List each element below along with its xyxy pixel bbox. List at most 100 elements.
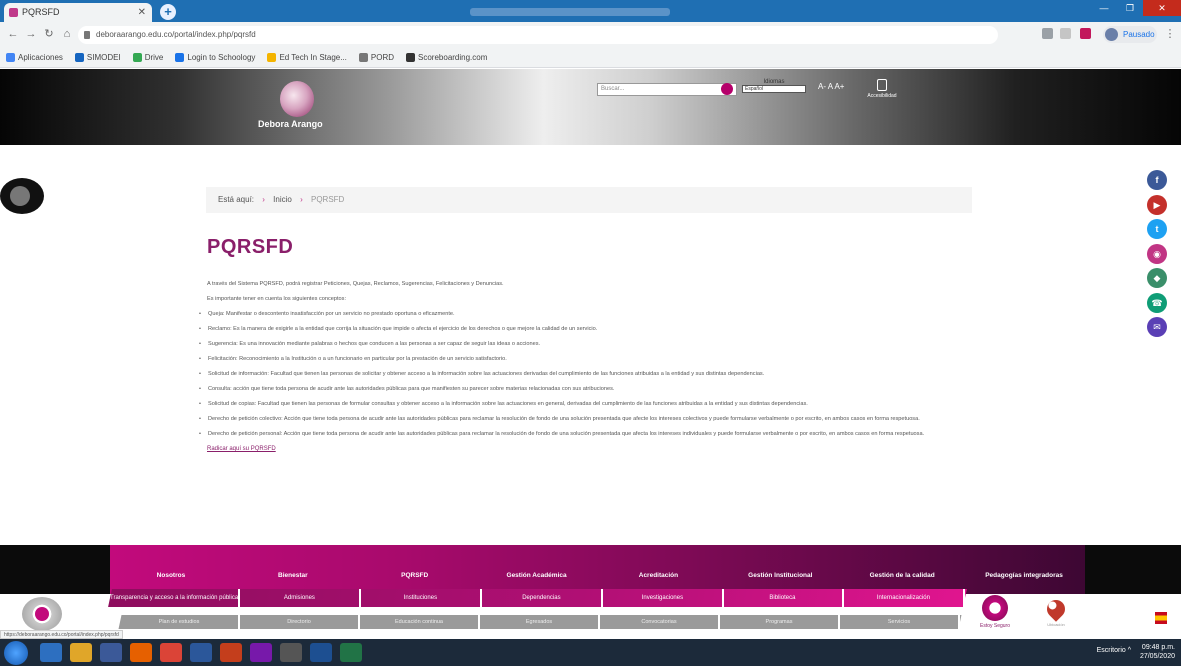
sub-menu-item[interactable]: Directorio (240, 615, 360, 629)
footer-home-button[interactable] (22, 597, 62, 631)
footer-nav: Nosotros Bienestar PQRSFD Gestión Académ… (0, 545, 1181, 638)
star-icon[interactable] (1060, 28, 1071, 39)
reload-icon[interactable]: ↻ (42, 27, 56, 41)
sub-menu-item[interactable]: Educación continua (360, 615, 480, 629)
browser-tab[interactable]: PQRSFD ✕ (4, 3, 152, 22)
sub-menu-item[interactable]: Programas (720, 615, 840, 629)
sub-menu-item[interactable]: Biblioteca (723, 589, 845, 607)
sub-menu-item[interactable]: Plan de estudios (120, 615, 240, 629)
flag-icon[interactable] (1155, 612, 1167, 624)
app-icon[interactable] (310, 643, 332, 662)
font-size-controls[interactable]: A- A A+ (818, 82, 844, 91)
bookmark-item[interactable]: Drive (132, 53, 163, 62)
intro-text: A través del Sistema PQRSFD, podrá regis… (207, 281, 504, 287)
submit-pqrsfd-link[interactable]: Radicar aquí su PQRSFD (207, 445, 972, 454)
main-menu-item[interactable]: Bienestar (232, 545, 354, 594)
main-menu-item[interactable]: Gestión Académica (476, 545, 598, 594)
extension-icon[interactable] (1042, 28, 1053, 39)
clock[interactable]: 09:48 p.m. 27/05/2020 (1140, 643, 1175, 661)
sub-menu-item[interactable]: Instituciones (360, 589, 482, 607)
bookmark-item[interactable]: Login to Schoology (175, 53, 255, 62)
bookmark-icon (267, 53, 277, 62)
main-menu: Nosotros Bienestar PQRSFD Gestión Académ… (110, 545, 1085, 594)
breadcrumb-home-link[interactable]: Inicio (273, 195, 292, 204)
close-tab-icon[interactable]: ✕ (138, 3, 146, 22)
forward-icon[interactable]: → (24, 27, 38, 41)
excel-icon[interactable] (340, 643, 362, 662)
bookmark-icon (175, 53, 185, 62)
accessibility-button[interactable]: Accesibilidad (860, 79, 904, 109)
main-menu-item[interactable]: Acreditación (598, 545, 720, 594)
bookmark-icon (406, 53, 416, 62)
site-header: Debora Arango Buscar... Idiomas Español … (0, 69, 1181, 145)
window-controls: — ❐ ✕ (1091, 0, 1181, 16)
arrow-icon[interactable] (280, 643, 302, 662)
language-selector[interactable]: Idiomas Español (742, 79, 806, 97)
language-select[interactable]: Español (742, 85, 806, 93)
home-icon[interactable]: ⌂ (60, 27, 74, 41)
sub-menu-item[interactable]: Internacionalización (844, 589, 965, 607)
powerpoint-icon[interactable] (220, 643, 242, 662)
maximize-icon[interactable]: ❐ (1117, 0, 1143, 16)
bookmark-item[interactable]: Aplicaciones (6, 53, 63, 62)
sub-menu-item[interactable]: Investigaciones (602, 589, 724, 607)
sub-menu-item[interactable]: Admisiones (240, 589, 361, 607)
ie-icon[interactable] (40, 643, 62, 662)
main-menu-item[interactable]: Pedagogías integradoras (963, 545, 1085, 594)
accessibility-label: Accesibilidad (867, 93, 897, 99)
firefox-icon[interactable] (130, 643, 152, 662)
minimize-icon[interactable]: — (1091, 0, 1117, 16)
new-tab-button[interactable]: + (160, 4, 176, 20)
sub-menu-item[interactable]: Dependencias (481, 589, 603, 607)
location-link[interactable]: Ubicación (1041, 595, 1071, 631)
sub-menu-item[interactable]: Transparencia y acceso a la información … (110, 589, 241, 607)
app-icon[interactable]: ◆ (1147, 268, 1167, 288)
word-icon[interactable] (190, 643, 212, 662)
folder-icon[interactable] (70, 643, 92, 662)
chat-icon[interactable]: ✉ (1147, 317, 1167, 337)
back-icon[interactable]: ← (6, 27, 20, 41)
start-button[interactable] (4, 641, 28, 665)
breadcrumb-prefix: Está aquí: (218, 195, 255, 204)
main-menu-item[interactable]: Gestión de la calidad (841, 545, 963, 594)
title-area (470, 8, 670, 16)
sub-menu-primary: Transparencia y acceso a la información … (108, 589, 967, 607)
badge-icon (982, 595, 1008, 621)
main-menu-item[interactable]: PQRSFD (354, 545, 476, 594)
bookmark-item[interactable]: Ed Tech In Stage... (267, 53, 347, 62)
breadcrumb-separator: › (262, 195, 265, 204)
youtube-icon[interactable]: ▶ (1147, 194, 1167, 215)
search-input[interactable]: Buscar... (597, 83, 737, 96)
chrome-icon[interactable] (160, 643, 182, 662)
list-item: Solicitud de copias: Facultad que tienen… (196, 400, 972, 409)
onenote-icon[interactable] (250, 643, 272, 662)
site-logo[interactable]: Debora Arango (258, 79, 338, 139)
profile-button[interactable]: Pausado (1103, 26, 1157, 43)
twitter-icon[interactable]: t (1147, 219, 1167, 239)
url-input[interactable]: deboraarango.edu.co/portal/index.php/pqr… (78, 26, 998, 44)
browser-titlebar: PQRSFD ✕ + — ❐ ✕ (0, 0, 1181, 22)
main-menu-item[interactable]: Gestión Institucional (719, 545, 841, 594)
bookmark-item[interactable]: SIMODEI (74, 53, 121, 62)
profile-label: Pausado (1123, 30, 1155, 39)
app-icon[interactable] (100, 643, 122, 662)
sub-menu-item[interactable]: Servicios (840, 615, 960, 629)
logo-text: Debora Arango (258, 119, 323, 129)
list-item: Felicitación: Reconocimiento a la Instit… (196, 355, 972, 364)
extension-icon[interactable] (1080, 28, 1091, 39)
menu-icon[interactable]: ⋮ (1163, 27, 1177, 41)
search-icon[interactable] (721, 83, 733, 95)
facebook-icon[interactable]: f (1147, 170, 1167, 190)
bookmark-item[interactable]: PORD (358, 53, 394, 62)
floating-avatar[interactable] (0, 178, 44, 214)
sub-menu-item[interactable]: Convocatorias (600, 615, 720, 629)
bookmark-item[interactable]: Scoreboarding.com (406, 53, 487, 62)
security-badge[interactable]: Estoy Seguro (975, 595, 1015, 633)
main-menu-item[interactable]: Nosotros (110, 545, 232, 594)
system-tray[interactable]: Escritorio ^ (1097, 647, 1131, 654)
whatsapp-icon[interactable]: ☎ (1147, 292, 1167, 313)
sub-menu-item[interactable]: Egresados (480, 615, 600, 629)
close-window-icon[interactable]: ✕ (1143, 0, 1181, 16)
accessibility-icon (877, 79, 887, 91)
instagram-icon[interactable]: ◉ (1147, 243, 1167, 264)
